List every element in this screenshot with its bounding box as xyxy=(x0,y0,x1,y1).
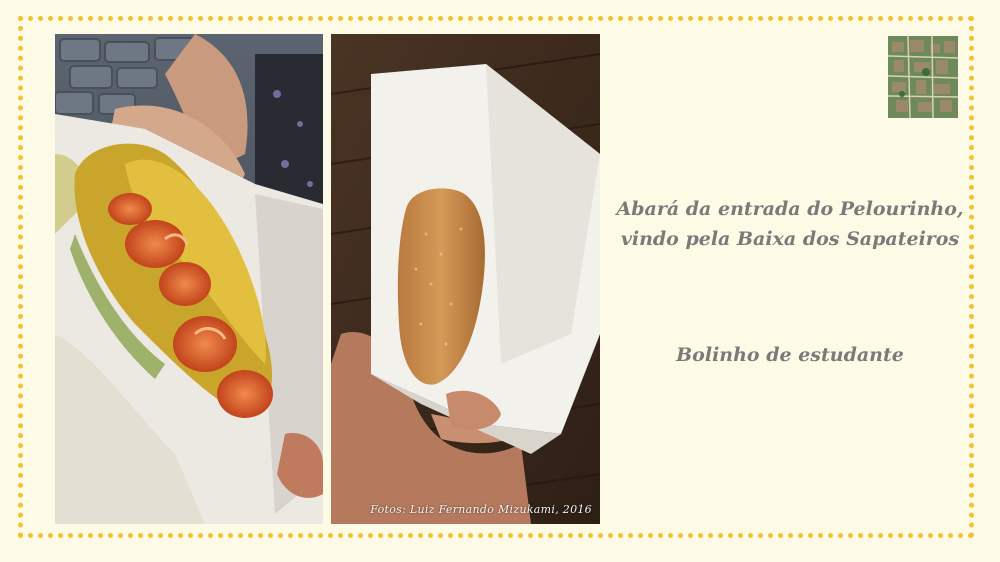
caption-abara: Abará da entrada do Pelourinho, vindo pe… xyxy=(610,194,970,254)
caption-abara-line1: Abará da entrada do Pelourinho, xyxy=(616,198,964,220)
photo-credit: Fotos: Luiz Fernando Mizukami, 2016 xyxy=(370,503,592,516)
map-thumbnail xyxy=(888,36,958,118)
slide: Fotos: Luiz Fernando Mizukami, 2016 Abar… xyxy=(0,0,1000,562)
caption-abara-line2: vindo pela Baixa dos Sapateiros xyxy=(620,228,960,250)
abara-photo xyxy=(55,34,323,524)
bolinho-de-estudante-photo: Fotos: Luiz Fernando Mizukami, 2016 xyxy=(331,34,600,524)
caption-bolinho: Bolinho de estudante xyxy=(676,344,904,366)
